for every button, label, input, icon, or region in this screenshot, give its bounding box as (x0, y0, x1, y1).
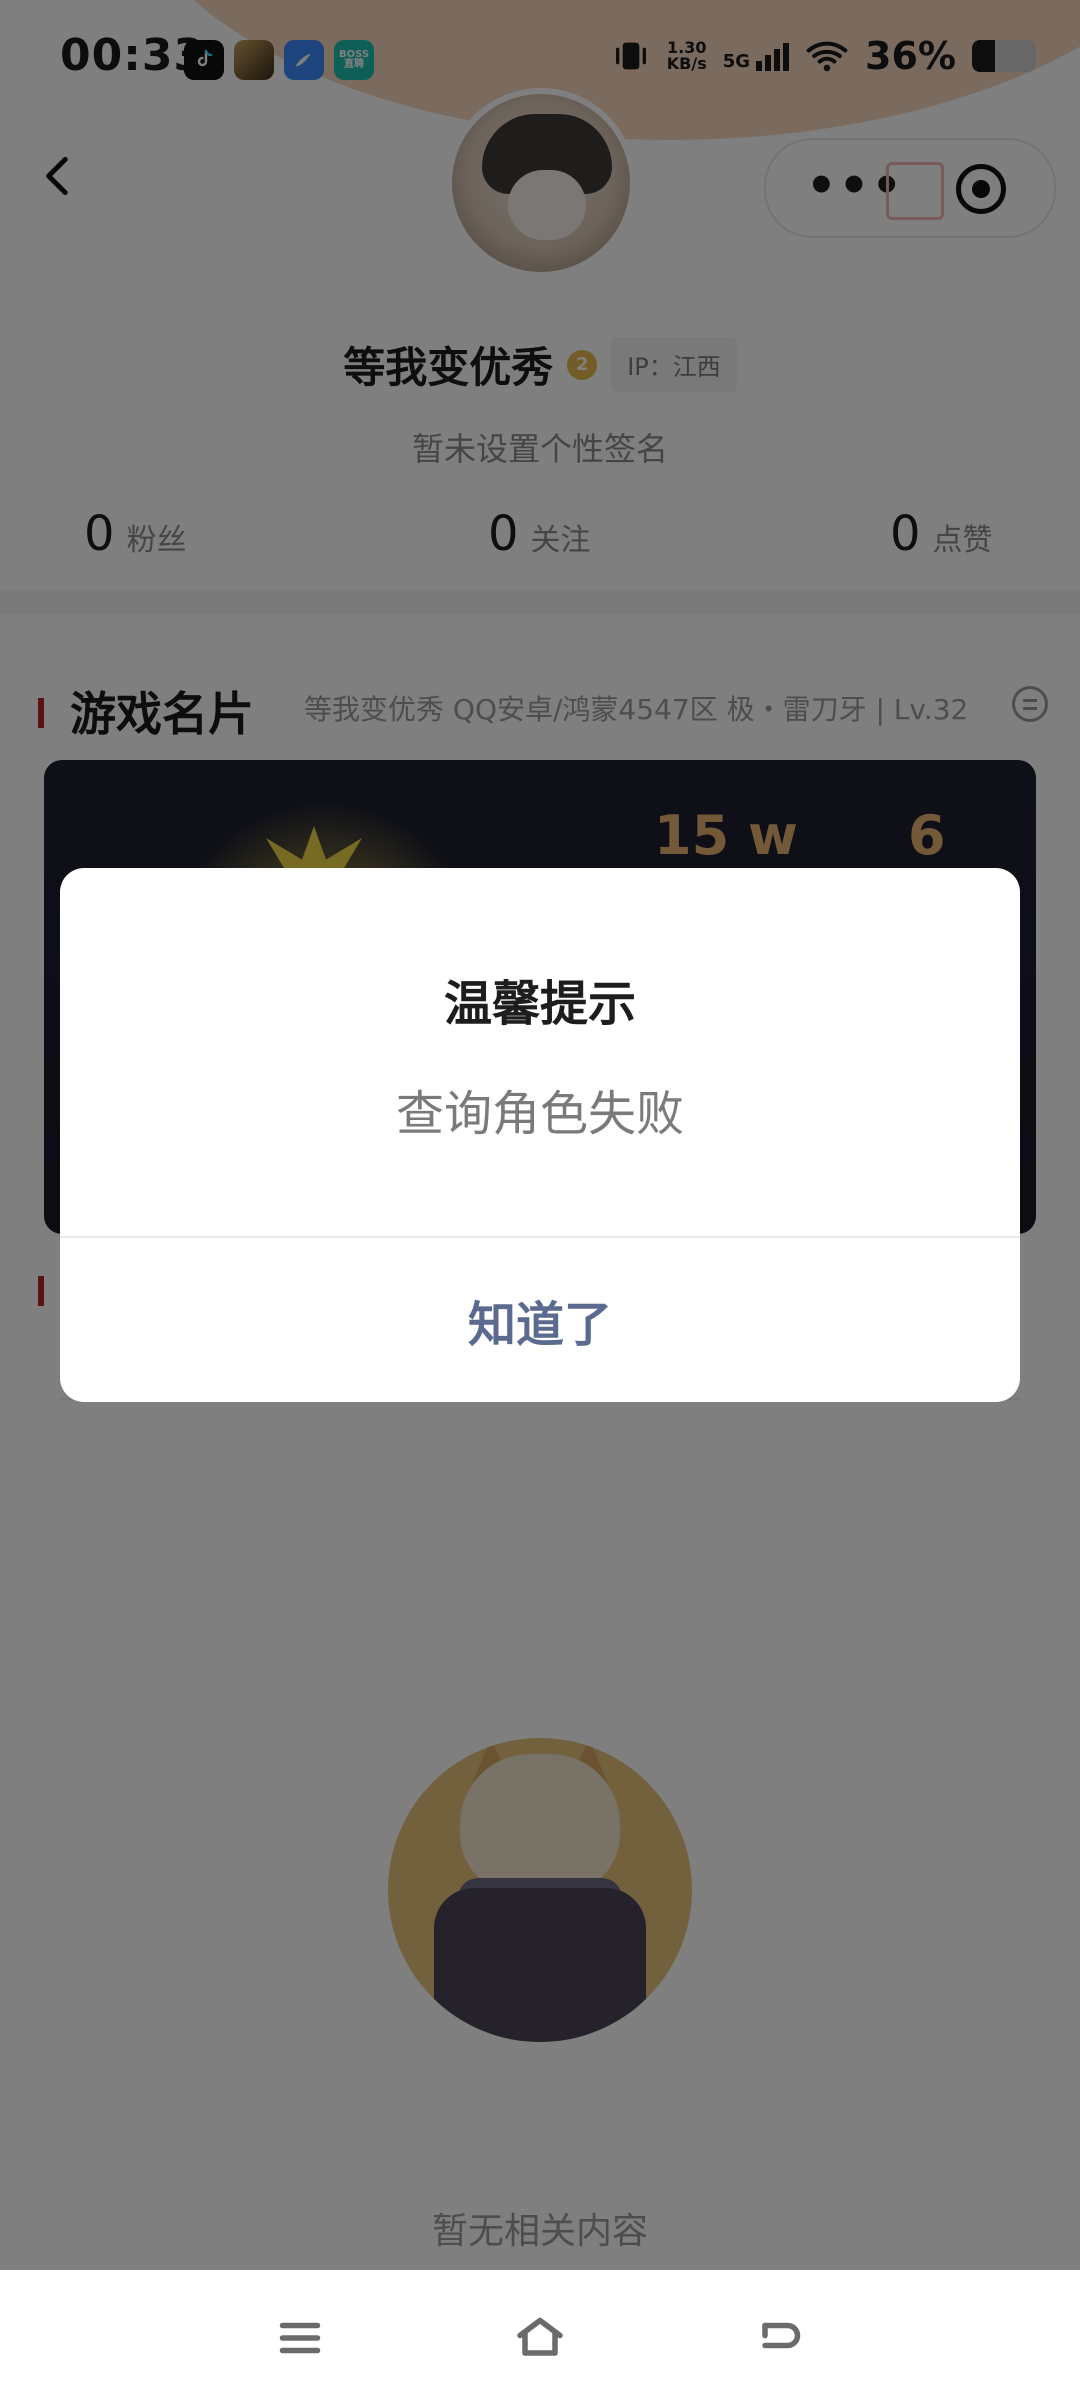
back-icon (762, 2322, 801, 2349)
system-nav-bar (0, 2270, 1080, 2400)
home-icon (517, 2317, 563, 2356)
menu-button[interactable] (264, 2308, 336, 2368)
dialog-title: 温馨提示 (443, 976, 636, 1032)
dialog-message: 查询角色失败 (395, 1086, 684, 1142)
home-button[interactable] (504, 2308, 576, 2368)
menu-icon (279, 2322, 321, 2354)
alert-dialog: 温馨提示 查询角色失败 知道了 (60, 868, 1020, 1402)
profile-screen: 00:33 BOSS 直聘 1.30 (0, 0, 1080, 2400)
dialog-confirm-button[interactable]: 知道了 (60, 1238, 1020, 1402)
nav-back-button[interactable] (744, 2308, 816, 2368)
